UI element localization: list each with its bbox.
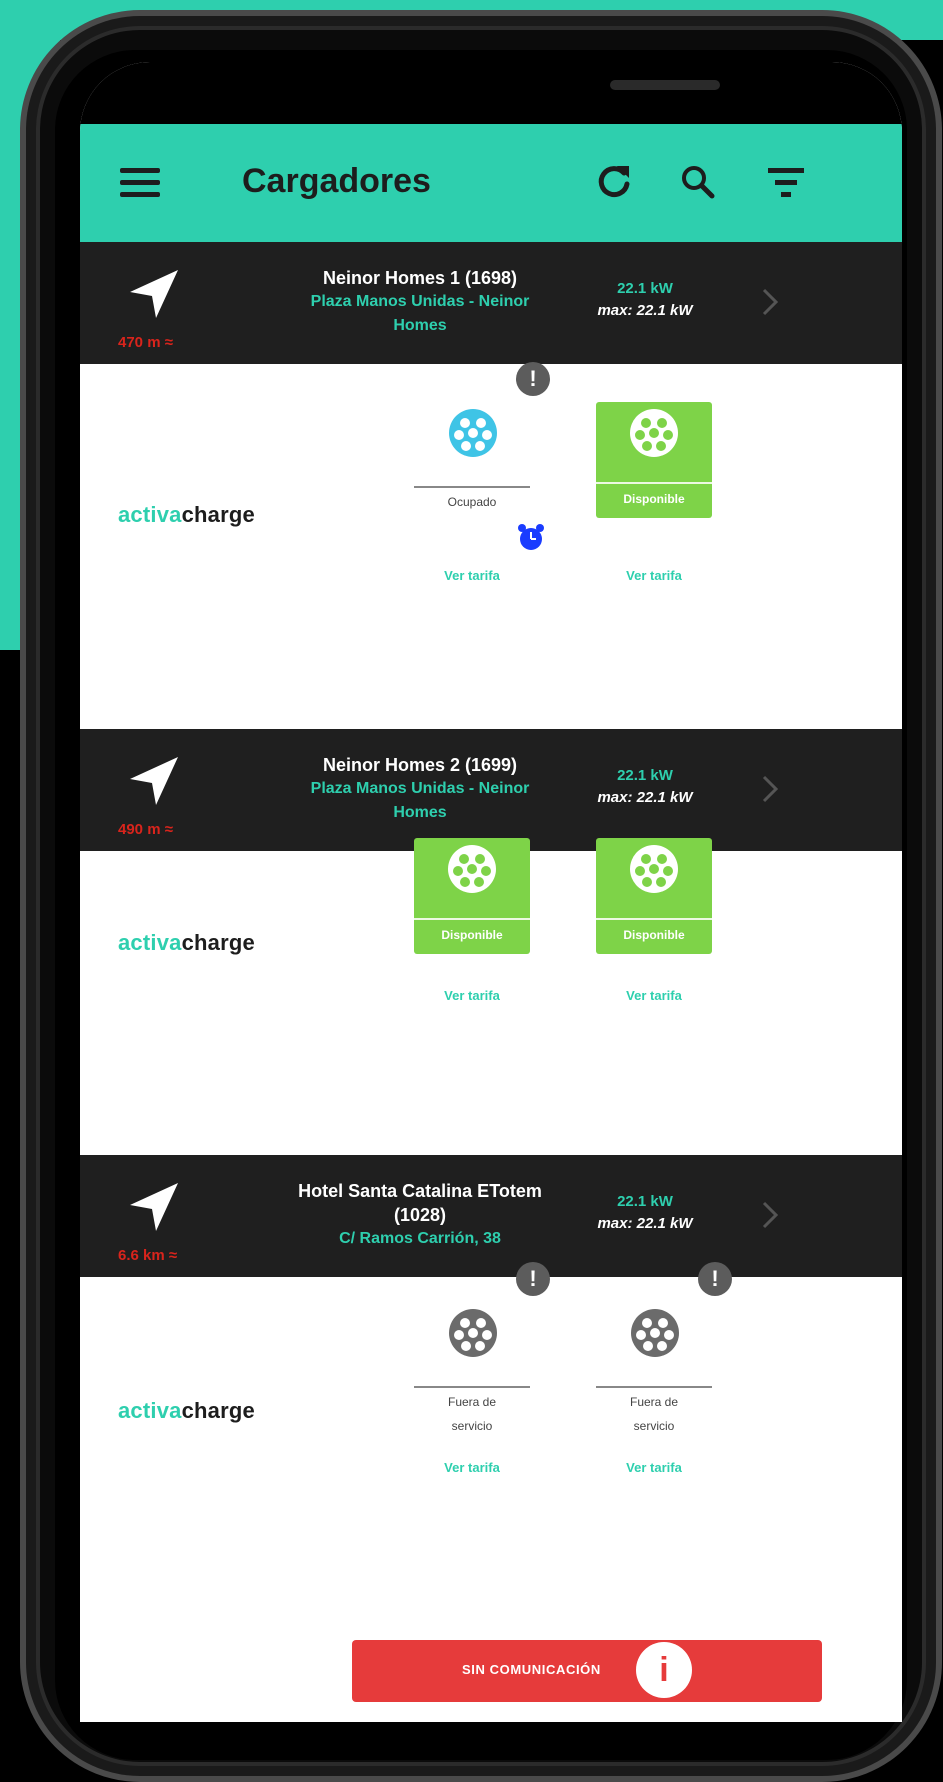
station-power: 22.1 kW: [617, 1193, 673, 1210]
connector-divider: [414, 486, 530, 488]
connector-divider: [414, 918, 530, 920]
station-distance: 470 m ≈: [118, 334, 173, 351]
station-max-power: max: 22.1 kW: [597, 789, 693, 806]
operator-logo: activacharge: [118, 502, 255, 527]
operator-logo: activacharge: [118, 1398, 255, 1423]
station-distance: 490 m ≈: [118, 821, 173, 838]
connector-divider: [596, 918, 712, 920]
navigation-arrow-icon[interactable]: [128, 268, 180, 320]
connector-divider: [414, 1386, 530, 1388]
station-name: Neinor Homes 2 (1699): [322, 755, 518, 775]
alarm-clock-icon: [518, 524, 544, 550]
station-max-power: max: 22.1 kW: [597, 1215, 693, 1232]
view-rate-link[interactable]: Ver tarifa: [596, 1460, 712, 1475]
page-title: Cargadores: [242, 162, 431, 200]
navigation-arrow-icon[interactable]: [128, 1181, 180, 1233]
connector-divider: [596, 1386, 712, 1388]
connector-status: Fuera de: [447, 1395, 497, 1409]
view-rate-link[interactable]: Ver tarifa: [596, 568, 712, 583]
search-icon[interactable]: [678, 162, 718, 202]
station-max-power: max: 22.1 kW: [597, 302, 693, 319]
connector-status-cont: servicio: [451, 1419, 493, 1433]
station-header-2[interactable]: 490 m ≈ Neinor Homes 2 (1699) Plaza Mano…: [80, 729, 902, 851]
info-icon[interactable]: i: [636, 1642, 692, 1698]
connector-available-tile: Disponible: [414, 838, 530, 954]
view-rate-link[interactable]: Ver tarifa: [596, 988, 712, 1003]
connector-status: Fuera de: [629, 1395, 679, 1409]
warning-icon: !: [698, 1262, 732, 1296]
connector-status: Disponible: [623, 492, 685, 506]
station-address: Plaza Manos Unidas - Neinor: [310, 780, 530, 797]
station-header-1[interactable]: 470 m ≈ Neinor Homes 1 (1698) Plaza Mano…: [80, 242, 902, 364]
connector-2-2[interactable]: Disponible Ver tarifa: [596, 838, 712, 1003]
station-header-3[interactable]: 6.6 km ≈ Hotel Santa Catalina ETotem (10…: [80, 1155, 902, 1277]
connector-1-2[interactable]: Disponible Ver tarifa: [596, 402, 712, 583]
filter-icon[interactable]: [766, 164, 806, 200]
type2-socket-icon: [449, 1309, 497, 1357]
view-rate-link[interactable]: Ver tarifa: [414, 1460, 530, 1475]
type2-socket-icon: [449, 409, 497, 457]
phone-notch: [258, 62, 724, 132]
operator-logo: activacharge: [118, 930, 255, 955]
view-rate-link[interactable]: Ver tarifa: [414, 988, 530, 1003]
connector-status-cont: servicio: [633, 1419, 675, 1433]
no-communication-label: SIN COMUNICACIÓN: [462, 1662, 601, 1677]
connector-status: Disponible: [441, 928, 503, 942]
warning-icon: !: [516, 362, 550, 396]
connector-available-tile: Disponible: [596, 402, 712, 518]
warning-icon: !: [516, 1262, 550, 1296]
app-bar: Cargadores: [80, 124, 902, 242]
hamburger-menu-icon[interactable]: [120, 168, 160, 198]
type2-socket-icon: [630, 845, 678, 893]
type2-socket-icon: [630, 409, 678, 457]
station-distance: 6.6 km ≈: [118, 1247, 178, 1264]
type2-socket-icon: [448, 845, 496, 893]
speaker-grille: [610, 80, 720, 90]
connector-status: Ocupado: [447, 495, 497, 509]
chevron-right-icon[interactable]: [760, 286, 780, 318]
connector-2-1[interactable]: Disponible Ver tarifa: [414, 838, 530, 1003]
station-power: 22.1 kW: [617, 767, 673, 784]
station-address: Plaza Manos Unidas - Neinor: [310, 293, 530, 310]
navigation-arrow-icon[interactable]: [128, 755, 180, 807]
station-name: Hotel Santa Catalina ETotem: [298, 1181, 542, 1201]
station-address: C/ Ramos Carrión, 38: [339, 1230, 501, 1247]
type2-socket-icon: [631, 1309, 679, 1357]
refresh-icon[interactable]: [595, 162, 635, 202]
connector-divider: [596, 482, 712, 484]
view-rate-link[interactable]: Ver tarifa: [414, 568, 530, 583]
station-name: Neinor Homes 1 (1698): [322, 268, 518, 288]
connector-status: Disponible: [623, 928, 685, 942]
station-address-cont: Homes: [393, 317, 447, 334]
station-address-cont: Homes: [393, 804, 447, 821]
chevron-right-icon[interactable]: [760, 1199, 780, 1231]
no-communication-button[interactable]: SIN COMUNICACIÓN i: [352, 1640, 822, 1702]
station-power: 22.1 kW: [617, 280, 673, 297]
station-name-cont: (1028): [393, 1205, 447, 1225]
chevron-right-icon[interactable]: [760, 773, 780, 805]
connector-available-tile: Disponible: [596, 838, 712, 954]
app-screen: Cargadores 470 m ≈ Neinor Homes 1 (1698)…: [80, 62, 902, 1722]
